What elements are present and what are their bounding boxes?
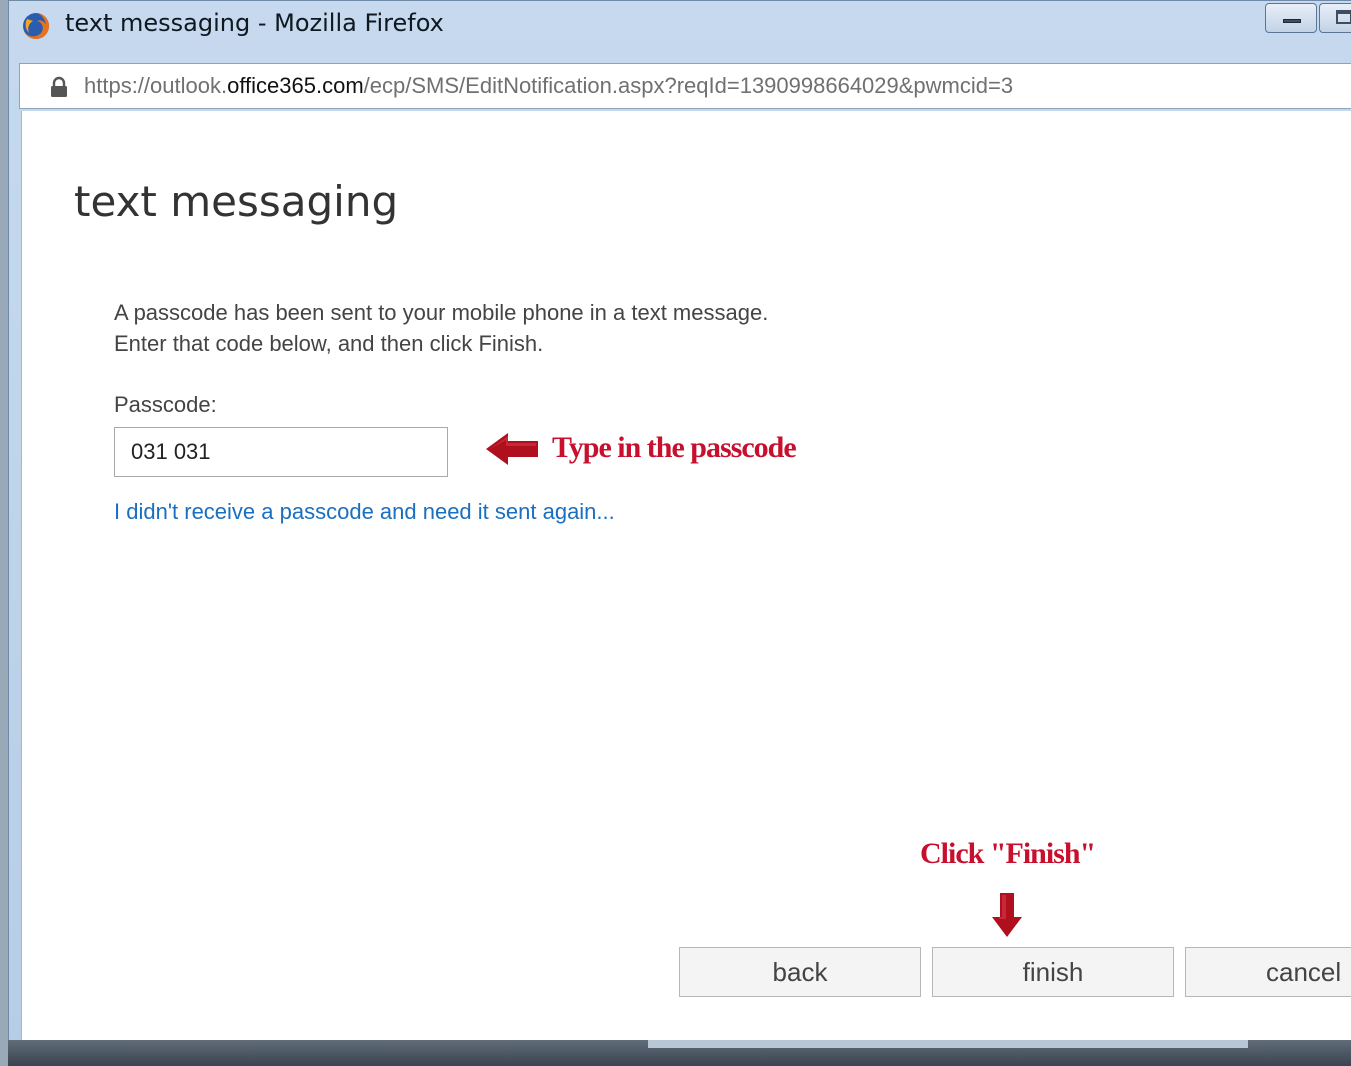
back-button[interactable]: back	[679, 947, 921, 997]
passcode-label: Passcode:	[114, 392, 217, 417]
arrow-left-icon	[486, 433, 538, 465]
firefox-icon	[23, 13, 49, 39]
page-content: text messaging A passcode has been sent …	[21, 111, 1351, 1041]
instructions-text: A passcode has been sent to your mobile …	[114, 300, 769, 356]
minimize-button[interactable]	[1265, 3, 1317, 33]
url-text[interactable]: https://outlook.office365.com/ecp/SMS/Ed…	[84, 73, 1013, 99]
arrow-down-icon	[992, 893, 1022, 937]
finish-button[interactable]: finish	[932, 947, 1174, 997]
window-title: text messaging - Mozilla Firefox	[65, 9, 444, 37]
finish-annotation: Click "Finish"	[920, 837, 1096, 870]
cancel-button[interactable]: cancel	[1185, 947, 1351, 997]
url-path: /ecp/SMS/EditNotification.aspx?reqId=139…	[363, 73, 1014, 98]
passcode-annotation: Type in the passcode	[552, 431, 797, 464]
url-prefix: https://outlook.	[84, 73, 228, 98]
browser-window: text messaging - Mozilla Firefox https:/…	[8, 0, 1351, 1052]
passcode-input[interactable]	[114, 427, 448, 477]
title-bar[interactable]: text messaging - Mozilla Firefox	[9, 1, 1351, 53]
maximize-icon	[1336, 10, 1351, 24]
window-bottom-edge	[8, 1040, 1351, 1066]
maximize-button[interactable]	[1319, 3, 1351, 33]
minimize-icon	[1283, 19, 1301, 23]
lock-icon	[51, 76, 67, 97]
resend-passcode-link[interactable]: I didn't receive a passcode and need it …	[114, 499, 615, 525]
address-bar[interactable]: https://outlook.office365.com/ecp/SMS/Ed…	[19, 63, 1351, 109]
page-title: text messaging	[74, 177, 399, 227]
url-host: office365.com	[227, 73, 364, 98]
